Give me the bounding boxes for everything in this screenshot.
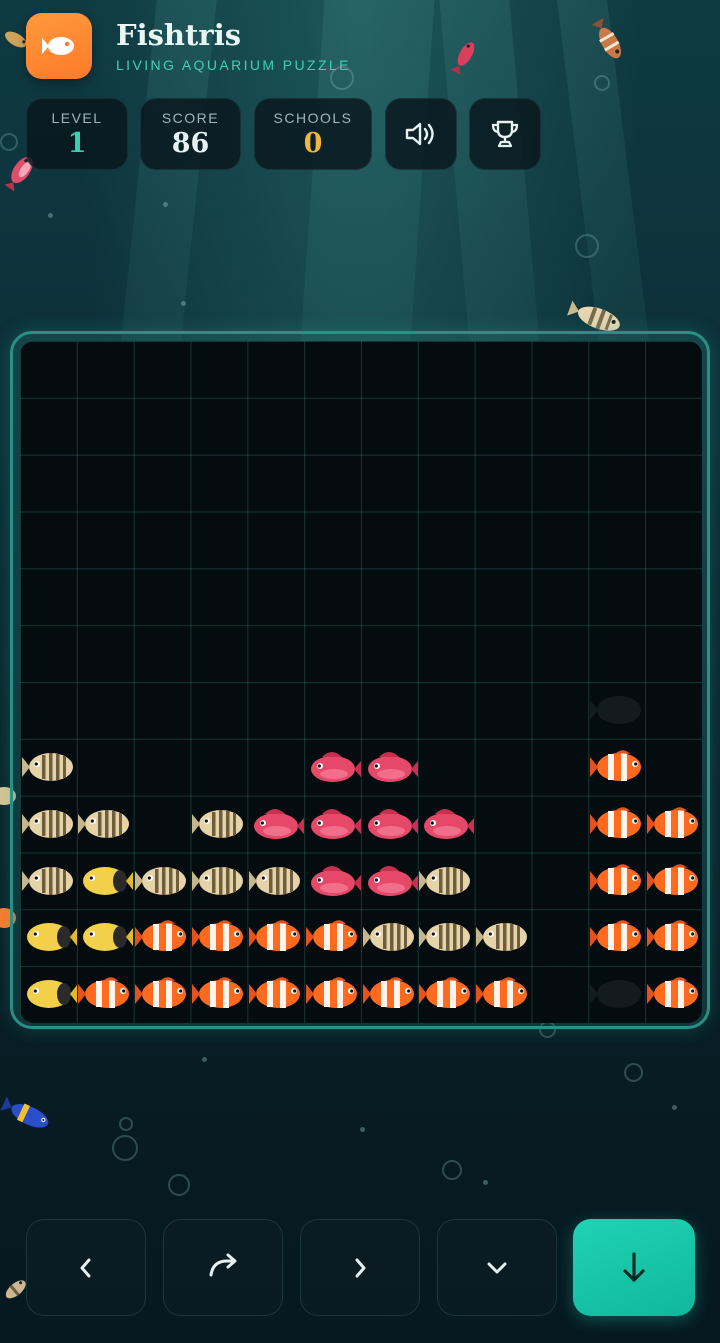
move-right-button[interactable] <box>300 1219 420 1316</box>
zebra-fish-icon <box>192 809 243 838</box>
score-value: 86 <box>171 128 210 159</box>
swimming-fish-icon <box>0 1096 49 1128</box>
pink-fish-icon <box>367 808 418 839</box>
level-label: LEVEL <box>51 110 103 126</box>
clownfish-icon <box>305 977 357 1009</box>
pink-fish-icon <box>424 808 475 839</box>
clownfish-icon <box>362 977 414 1009</box>
schools-stat: SCHOOLS 0 <box>254 98 372 170</box>
clownfish-icon <box>646 863 698 895</box>
clownfish-icon <box>135 977 187 1009</box>
particle <box>181 301 186 306</box>
app-subtitle: LIVING AQUARIUM PUZZLE <box>116 57 351 73</box>
clownfish-icon <box>248 920 300 952</box>
app-title: Fishtris <box>116 18 242 52</box>
app-logo <box>26 13 92 79</box>
zebra-fish-icon <box>248 866 300 895</box>
speaker-icon <box>405 122 434 146</box>
trophy-icon <box>491 120 519 148</box>
particle <box>163 202 168 207</box>
zebra-fish-icon <box>362 923 414 952</box>
pink-fish-icon <box>253 808 304 839</box>
bubble <box>575 234 599 258</box>
clownfish-icon <box>646 977 698 1009</box>
level-value: 1 <box>67 128 87 159</box>
pink-fish-icon <box>310 808 361 839</box>
pink-fish-icon <box>310 865 361 896</box>
level-stat: LEVEL 1 <box>26 98 128 170</box>
swimming-fish-icon <box>591 17 621 59</box>
zebra-fish-icon <box>192 866 243 895</box>
rotate-icon <box>209 1253 237 1276</box>
clownfish-icon <box>589 863 641 895</box>
clownfish-icon <box>192 920 243 952</box>
zebra-fish-icon <box>135 866 187 895</box>
chevron-left-icon <box>80 1258 91 1277</box>
chevron-down-icon <box>487 1262 507 1273</box>
hard-drop-button[interactable] <box>573 1219 695 1316</box>
yellow-fish-icon <box>26 923 77 952</box>
clownfish-icon <box>589 806 641 838</box>
clownfish-icon <box>646 806 698 838</box>
swimming-fish-icon <box>450 42 475 74</box>
zebra-fish-icon <box>21 866 73 895</box>
rotate-button[interactable] <box>163 1219 283 1316</box>
bubble <box>442 1160 462 1180</box>
zebra-fish-icon <box>419 923 471 952</box>
pink-fish-icon <box>310 751 361 782</box>
clownfish-icon <box>646 920 698 952</box>
clownfish-icon <box>78 977 130 1009</box>
soft-drop-button[interactable] <box>437 1219 557 1316</box>
clownfish-icon <box>476 977 528 1009</box>
pink-fish-icon <box>367 865 418 896</box>
score-stat: SCORE 86 <box>140 98 241 170</box>
clownfish-icon <box>589 750 641 781</box>
clownfish-icon <box>192 977 243 1009</box>
clownfish-icon <box>305 920 357 952</box>
particle <box>48 213 53 218</box>
clownfish-icon <box>135 920 187 952</box>
move-left-button[interactable] <box>26 1219 146 1316</box>
ghost-preview-icon <box>589 696 641 724</box>
yellow-fish-icon <box>83 923 134 952</box>
clownfish-icon <box>419 977 471 1009</box>
sound-button[interactable] <box>385 98 457 170</box>
zebra-fish-icon <box>419 866 471 895</box>
bubble <box>624 1063 643 1082</box>
pink-fish-icon <box>367 751 418 782</box>
trophy-button[interactable] <box>469 98 541 170</box>
zebra-fish-icon <box>21 809 73 838</box>
bubble <box>119 1117 133 1131</box>
arrow-down-icon <box>623 1251 645 1282</box>
particle <box>202 1057 207 1062</box>
particle <box>483 1180 488 1185</box>
bubble <box>112 1135 138 1161</box>
score-label: SCORE <box>161 110 220 126</box>
clownfish-icon <box>248 977 300 1009</box>
yellow-fish-icon <box>26 980 77 1009</box>
particle <box>672 1105 677 1110</box>
schools-value: 0 <box>303 128 323 159</box>
bubble <box>594 75 610 91</box>
zebra-fish-icon <box>21 752 73 781</box>
clownfish-icon <box>589 920 641 952</box>
game-board[interactable] <box>20 341 702 1023</box>
zebra-fish-icon <box>78 809 130 838</box>
chevron-right-icon <box>355 1258 366 1277</box>
particle <box>360 1127 365 1132</box>
fish-icon <box>42 37 74 55</box>
zebra-fish-icon <box>476 923 528 952</box>
bubble <box>168 1174 190 1196</box>
yellow-fish-icon <box>83 866 134 895</box>
ghost-preview-icon <box>589 980 641 1009</box>
schools-label: SCHOOLS <box>273 110 353 126</box>
